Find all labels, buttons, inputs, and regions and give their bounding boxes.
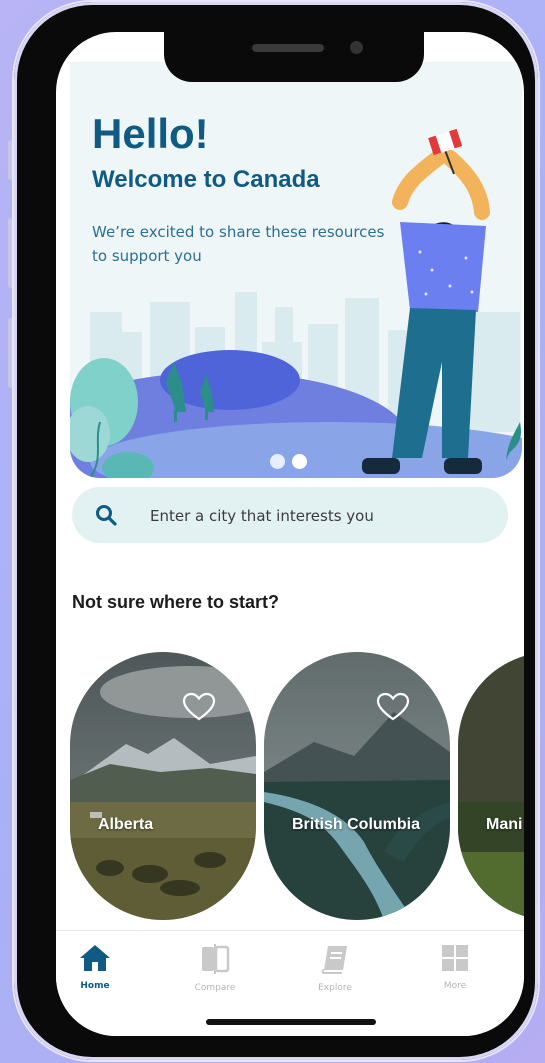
tab-label: More	[443, 981, 467, 991]
carousel-indicator[interactable]	[270, 454, 309, 473]
tab-label: Compare	[194, 983, 236, 993]
notch	[164, 32, 424, 82]
carousel-dot-active[interactable]	[292, 454, 308, 469]
app-screen: Hello! Welcome to Canada We’re excited t…	[56, 32, 524, 1036]
bottom-tab-bar: Home Compare Explore More	[56, 930, 524, 1036]
tab-label: Home	[80, 981, 110, 991]
compare-icon	[202, 944, 230, 974]
alberta-photo	[70, 652, 256, 920]
more-grid-icon	[442, 945, 468, 971]
card-label: Alberta	[98, 816, 154, 833]
hero-banner[interactable]: Hello! Welcome to Canada We’re excited t…	[70, 62, 522, 478]
card-label: Mani	[486, 816, 523, 833]
tab-explore[interactable]: Explore	[300, 943, 370, 993]
explore-icon	[321, 946, 347, 974]
card-label: British Columbia	[292, 816, 421, 833]
section-title: Not sure where to start?	[72, 592, 280, 612]
manitoba-photo	[458, 652, 524, 920]
tab-compare[interactable]: Compare	[180, 943, 250, 993]
welcome-subtitle: Welcome to Canada	[92, 166, 320, 193]
tab-label: Explore	[318, 983, 352, 993]
camera	[350, 41, 363, 54]
page-title: Hello!	[92, 110, 209, 157]
search-icon	[96, 505, 117, 526]
welcome-description: We’re excited to share these resources t…	[92, 223, 385, 265]
province-card-alberta[interactable]: Alberta	[70, 652, 256, 920]
tab-more[interactable]: More	[420, 943, 490, 991]
speaker	[252, 44, 324, 52]
heart-icon[interactable]	[182, 692, 216, 722]
search-input[interactable]	[148, 501, 482, 531]
tab-home[interactable]: Home	[60, 943, 130, 991]
province-card-british-columbia[interactable]: British Columbia	[264, 652, 450, 920]
province-card-manitoba[interactable]: Mani	[458, 652, 524, 920]
search-bar[interactable]	[72, 487, 508, 543]
heart-icon[interactable]	[376, 692, 410, 722]
phone-frame: Hello! Welcome to Canada We’re excited t…	[14, 2, 538, 1060]
home-icon	[80, 945, 110, 971]
home-indicator	[206, 1019, 376, 1025]
british-columbia-photo	[264, 652, 450, 920]
carousel-dot[interactable]	[270, 454, 285, 469]
